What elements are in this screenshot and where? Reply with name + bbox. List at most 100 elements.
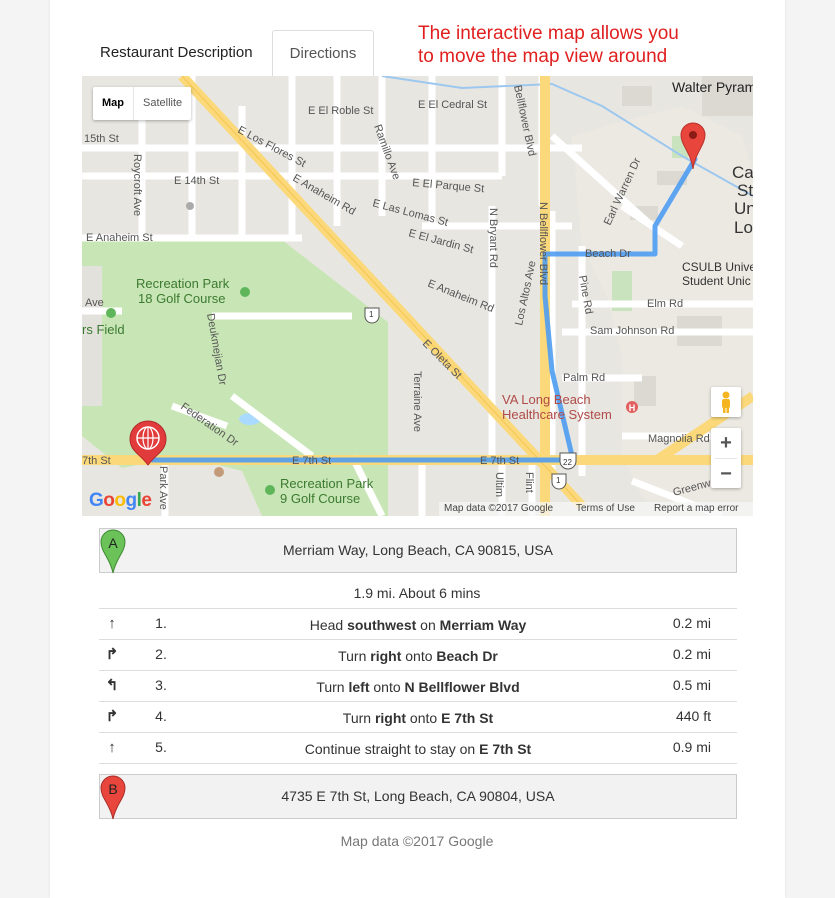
map-type-satellite-button[interactable]: Satellite — [133, 87, 191, 120]
map-label-cali-1: Cali — [732, 163, 753, 182]
map-label-nbellflower: N Bellflower Blvd — [537, 202, 549, 285]
map-label-ultim: Ultim — [493, 472, 505, 497]
map-label-route-1a: 1 — [369, 310, 374, 319]
step-distance: 0.2 mi — [672, 615, 711, 631]
map-label-cali-3: Univ — [734, 199, 753, 218]
report-map-error-link[interactable]: Report a map error — [654, 502, 738, 516]
step-instruction: Continue straight to stay on E 7th St — [304, 741, 532, 757]
straight-arrow-icon: ↑ — [108, 615, 116, 632]
fields-poi-icon — [106, 308, 116, 318]
map-label-e7th-2: E 7th St — [480, 455, 519, 467]
step-number: 2. — [155, 646, 167, 662]
map-label-park-ave: Park Ave — [157, 466, 169, 510]
map-label-rec18-2: 18 Golf Course — [138, 291, 225, 306]
map-label-rec9-2: 9 Golf Course — [280, 491, 360, 506]
page-card: Restaurant Description Directions The in… — [50, 0, 785, 898]
straight-arrow-icon: ↑ — [108, 739, 116, 756]
map-label-route-22: 22 — [563, 458, 572, 467]
terms-of-use-link[interactable]: Terms of Use — [576, 502, 635, 516]
directions-steps: ↑ 1. Head southwest on Merriam Way 0.2 m… — [99, 608, 737, 764]
step-instruction: Turn left onto N Bellflower Blvd — [316, 679, 520, 695]
annotation-note: The interactive map allows you to move t… — [418, 22, 679, 68]
turn-right-icon: ↱ — [105, 646, 119, 663]
map-label-e7th-1: E 7th St — [292, 455, 331, 467]
direction-step[interactable]: ↰ 3. Turn left onto N Bellflower Blvd 0.… — [99, 671, 737, 702]
tab-directions[interactable]: Directions — [272, 30, 374, 77]
start-address: Merriam Way, Long Beach, CA 90815, USA — [282, 542, 553, 558]
map-canvas[interactable]: H Walter Pyramid E El Cedral St E El Rob… — [82, 76, 753, 516]
map-label-cedral: E El Cedral St — [418, 99, 487, 111]
map-label-nbryant: N Bryant Rd — [487, 208, 499, 268]
map-label-elm: Elm Rd — [647, 298, 683, 310]
map-label-rec9-1: Recreation Park — [280, 476, 374, 491]
pegman-icon — [722, 391, 730, 413]
map-label-beachdr: Beach Dr — [585, 248, 631, 260]
map-label-losaltos: Los Altos Ave — [513, 260, 538, 327]
step-number: 1. — [155, 615, 167, 631]
step-instruction: Turn right onto Beach Dr — [338, 648, 498, 664]
map-label-anaheim-e: E Anaheim Rd — [426, 278, 496, 315]
route-summary: 1.9 mi. About 6 mins — [353, 585, 481, 601]
step-distance: 0.2 mi — [672, 646, 711, 662]
direction-step[interactable]: ↑ 5. Continue straight to stay on E 7th … — [99, 733, 737, 764]
park-area-west — [82, 240, 388, 516]
direction-step[interactable]: ↱ 2. Turn right onto Beach Dr 0.2 mi — [99, 640, 737, 671]
map-label-15th: 15th St — [84, 133, 119, 145]
map-label-route-1b: 1 — [556, 476, 561, 485]
map-label-ave: Ave — [85, 297, 104, 309]
step-number: 3. — [155, 677, 167, 693]
direction-step[interactable]: ↑ 1. Head southwest on Merriam Way 0.2 m… — [99, 609, 737, 640]
step-distance: 440 ft — [675, 708, 711, 724]
map-label-va-1: VA Long Beach — [502, 392, 591, 407]
map-view[interactable]: H Walter Pyramid E El Cedral St E El Rob… — [82, 76, 753, 516]
map-data-credit: Map data ©2017 Google — [444, 503, 554, 514]
map-footer: Map data ©2017 Google Terms of Use Repor… — [439, 502, 753, 516]
park-poi-icon — [240, 287, 250, 297]
step-distance: 0.9 mi — [672, 739, 711, 755]
svg-text:H: H — [629, 403, 636, 413]
annotation-line-1: The interactive map allows you — [418, 23, 679, 44]
map-label-robles: E El Roble St — [308, 105, 373, 117]
street-view-pegman[interactable] — [711, 387, 741, 417]
map-label-csulb-1: CSULB Universi — [682, 260, 753, 274]
map-label-parque: E El Parque St — [412, 177, 485, 195]
step-number: 4. — [155, 708, 167, 724]
zoom-control: + − — [711, 428, 741, 488]
turn-right-icon: ↱ — [105, 708, 119, 725]
map-label-csulb-2: Student Unic — [682, 274, 751, 288]
tab-restaurant-description[interactable]: Restaurant Description — [100, 30, 253, 76]
map-label-walter-pyramid: Walter Pyramid — [672, 79, 753, 95]
turn-left-icon: ↰ — [105, 677, 119, 694]
step-distance: 0.5 mi — [672, 677, 711, 693]
map-label-cali-2: St — [737, 181, 753, 200]
zoom-out-button[interactable]: − — [711, 459, 741, 489]
map-copyright: Map data ©2017 Google — [340, 833, 494, 849]
google-logo[interactable]: Google — [89, 490, 152, 512]
annotation-line-2: to move the map view around — [418, 46, 668, 67]
map-label-jardin: E El Jardin St — [407, 227, 474, 256]
map-label-va-2: Healthcare System — [502, 407, 612, 422]
map-label-fields: rs Field — [82, 322, 125, 337]
step-instruction: Turn right onto E 7th St — [342, 710, 494, 726]
map-label-magnolia: Magnolia Rd — [648, 433, 710, 445]
end-address-row: B 4735 E 7th St, Long Beach, CA 90804, U… — [99, 774, 737, 820]
map-label-palm: Palm Rd — [563, 372, 605, 384]
zoom-in-button[interactable]: + — [711, 428, 741, 458]
end-address: 4735 E 7th St, Long Beach, CA 90804, USA — [281, 788, 555, 804]
map-label-rec18-1: Recreation Park — [136, 276, 230, 291]
step-instruction: Head southwest on Merriam Way — [309, 617, 527, 633]
map-label-terraine: Terraine Ave — [411, 371, 423, 432]
map-label-oleta: E Oleta St — [420, 338, 464, 382]
pin-poi-icon — [186, 202, 194, 210]
direction-step[interactable]: ↱ 4. Turn right onto E 7th St 440 ft — [99, 702, 737, 733]
map-label-flint: Flint — [523, 472, 535, 493]
map-type-map-button[interactable]: Map — [93, 87, 133, 120]
map-label-anaheim-st: E Anaheim St — [86, 232, 153, 244]
map-label-7th: 7th St — [82, 455, 111, 467]
map-label-sam-johnson: Sam Johnson Rd — [590, 325, 674, 337]
map-label-roycroft: Roycroft Ave — [131, 154, 143, 216]
start-address-row: A Merriam Way, Long Beach, CA 90815, USA — [99, 528, 737, 574]
map-type-control: Map Satellite — [93, 87, 192, 120]
park9-poi-icon — [265, 485, 275, 495]
house-poi-icon — [214, 467, 224, 477]
